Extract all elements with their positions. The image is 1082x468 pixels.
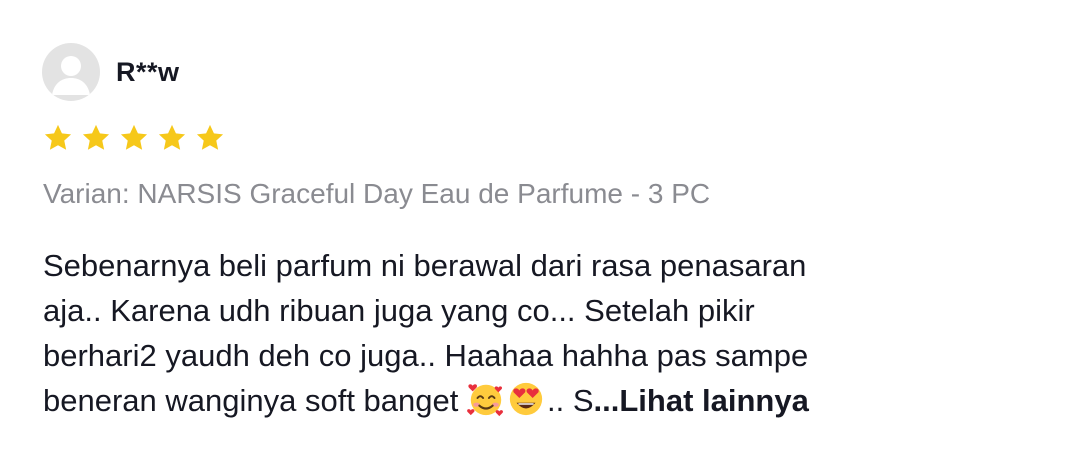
star-icon (158, 124, 186, 150)
review-text-last-line: beneran wanginya soft banget .. S...Liha… (43, 378, 1043, 423)
reviewer-name[interactable]: R**w (116, 57, 180, 88)
star-icon (44, 124, 72, 150)
avatar[interactable] (42, 43, 100, 101)
star-icon (196, 124, 224, 150)
star-icon (120, 124, 148, 150)
product-variant: Varian: NARSIS Graceful Day Eau de Parfu… (43, 178, 711, 209)
star-icon (82, 124, 110, 150)
review-text-tail: .. S (546, 383, 594, 418)
review-text-line: Sebenarnya beli parfum ni berawal dari r… (43, 248, 807, 283)
review-text-line: aja.. Karena udh ribuan juga yang co... … (43, 293, 755, 328)
heart-eyes-face-icon (509, 382, 543, 416)
star-rating (42, 122, 226, 154)
review-header: R**w (42, 42, 180, 102)
review-text-line: berhari2 yaudh deh co juga.. Haahaa hahh… (43, 338, 809, 373)
smiling-face-with-hearts-icon (467, 384, 503, 417)
review-body: Sebenarnya beli parfum ni berawal dari r… (43, 243, 1043, 423)
see-more-link[interactable]: ...Lihat lainnya (594, 383, 809, 418)
review-card: R**w Varian: NARSIS Graceful Day Eau de … (0, 0, 1082, 468)
default-user-icon (52, 56, 90, 95)
review-text-line: beneran wanginya soft banget (43, 383, 467, 418)
